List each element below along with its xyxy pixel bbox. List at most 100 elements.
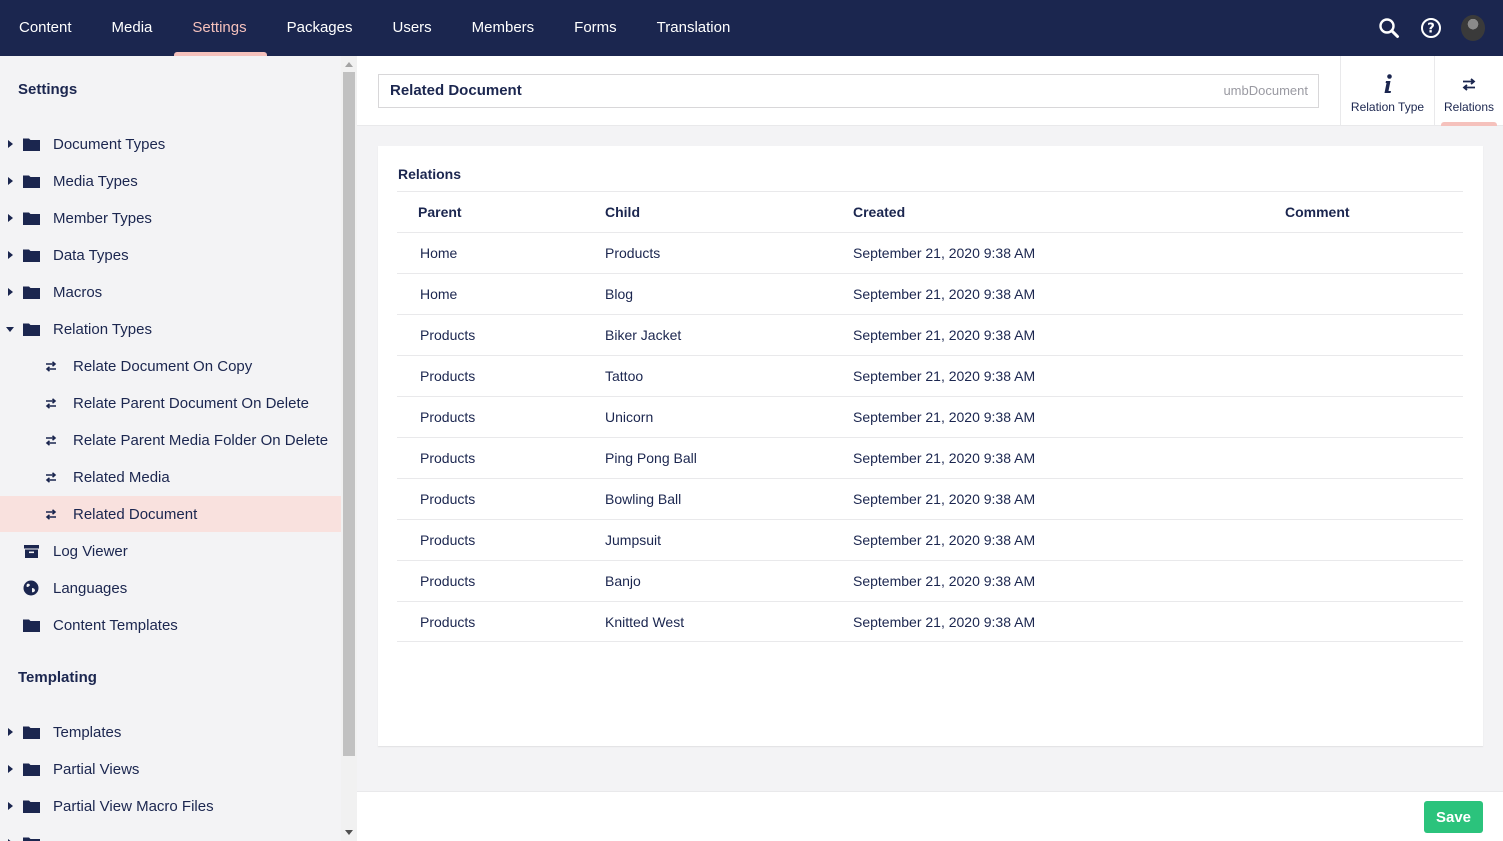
tree-item-label: Relate Parent Media Folder On Delete <box>73 431 329 449</box>
cell-child: Tattoo <box>605 368 644 384</box>
tree-item-media-types[interactable]: Media Types <box>0 163 341 199</box>
tree-item-relation-types[interactable]: Relation Types <box>0 311 341 347</box>
folder-icon <box>22 617 40 633</box>
tree-item-label: Relate Parent Document On Delete <box>73 394 309 412</box>
tab-relations[interactable]: Relations <box>1434 56 1503 126</box>
caret-right-icon[interactable] <box>6 213 14 223</box>
relation-type-editor: Related Document umbDocument Relation Ty… <box>357 56 1503 841</box>
swap-arrows-icon <box>42 395 60 411</box>
avatar <box>1461 15 1485 41</box>
cell-child: Blog <box>605 286 634 302</box>
name-input[interactable]: Related Document umbDocument <box>378 74 1319 108</box>
cell-parent: Products <box>420 573 476 589</box>
cell-child: Unicorn <box>605 409 654 425</box>
caret-right-icon[interactable] <box>6 727 14 737</box>
nav-content[interactable]: Content <box>0 0 92 56</box>
tree-item-partially-hidden[interactable] <box>0 825 341 841</box>
column-header-child: Child <box>605 204 640 220</box>
relations-table: Parent Child Created Comment Home Produc… <box>397 191 1463 642</box>
nav-media[interactable]: Media <box>92 0 173 56</box>
folder-icon <box>22 210 40 226</box>
scroll-up-arrow-icon[interactable] <box>345 62 353 67</box>
cell-child: Biker Jacket <box>605 327 682 343</box>
caret-right-icon[interactable] <box>6 250 14 260</box>
tree-item-languages[interactable]: Languages <box>0 570 341 606</box>
user-avatar[interactable] <box>1461 15 1485 41</box>
tree-item-partial-view-macro-files[interactable]: Partial View Macro Files <box>0 788 341 824</box>
cell-parent: Products <box>420 532 476 548</box>
caret-right-icon[interactable] <box>6 764 14 774</box>
table-row: Products Banjo September 21, 2020 9:38 A… <box>397 560 1463 601</box>
tree-item-macros[interactable]: Macros <box>0 274 341 310</box>
section-heading-settings: Settings <box>18 81 78 98</box>
tree-item-label: Content Templates <box>53 616 178 634</box>
table-row: Products Jumpsuit September 21, 2020 9:3… <box>397 519 1463 560</box>
caret-right-icon[interactable] <box>6 176 14 186</box>
tree-item-relate-parent-media-folder-on-delete[interactable]: Relate Parent Media Folder On Delete <box>0 422 341 458</box>
swap-arrows-icon <box>42 469 60 485</box>
swap-arrows-icon <box>42 358 60 374</box>
nav-settings[interactable]: Settings <box>172 0 267 56</box>
info-icon <box>1383 72 1393 96</box>
tab-relations-label: Relations <box>1443 100 1495 114</box>
caret-right-icon[interactable] <box>6 139 14 149</box>
swap-arrows-icon <box>42 432 60 448</box>
tree-item-related-media[interactable]: Related Media <box>0 459 341 495</box>
nav-packages[interactable]: Packages <box>267 0 373 56</box>
cell-created: September 21, 2020 9:38 AM <box>853 532 1036 548</box>
table-row: Products Ping Pong Ball September 21, 20… <box>397 437 1463 478</box>
sidebar-scrollbar[interactable] <box>341 56 357 841</box>
folder-icon <box>22 321 40 337</box>
tree-item-member-types[interactable]: Member Types <box>0 200 341 236</box>
tree-item-label: Languages <box>53 579 128 597</box>
tree-item-label: Media Types <box>53 172 138 190</box>
editor-tabs: Relation Type Relations <box>1340 56 1503 126</box>
table-header-row: Parent Child Created Comment <box>397 191 1463 232</box>
cell-parent: Products <box>420 327 476 343</box>
help-icon[interactable]: ? <box>1419 16 1443 40</box>
tree-item-related-document[interactable]: Related Document <box>0 496 341 532</box>
archive-icon <box>22 543 40 559</box>
section-heading-templating: Templating <box>18 669 97 686</box>
search-icon[interactable] <box>1377 16 1401 40</box>
caret-right-icon[interactable] <box>6 287 14 297</box>
nav-members[interactable]: Members <box>452 0 555 56</box>
cell-created: September 21, 2020 9:38 AM <box>853 491 1036 507</box>
tree-item-relate-document-on-copy[interactable]: Relate Document On Copy <box>0 348 341 384</box>
scroll-down-arrow-icon[interactable] <box>345 830 353 835</box>
cell-child: Jumpsuit <box>605 532 662 548</box>
cell-parent: Products <box>420 614 476 630</box>
tab-relation-type-label: Relation Type <box>1350 100 1425 114</box>
relations-title: Relations <box>398 166 462 182</box>
tab-relation-type[interactable]: Relation Type <box>1340 56 1434 126</box>
tree-item-relate-parent-document-on-delete[interactable]: Relate Parent Document On Delete <box>0 385 341 421</box>
nav-forms[interactable]: Forms <box>554 0 637 56</box>
tree-item-label: Related Document <box>73 505 198 523</box>
tree-item-label: Partial View Macro Files <box>53 797 214 815</box>
folder-icon <box>22 284 40 300</box>
tree-item-content-templates[interactable]: Content Templates <box>0 607 341 643</box>
tree-item-log-viewer[interactable]: Log Viewer <box>0 533 341 569</box>
nav-translation[interactable]: Translation <box>637 0 751 56</box>
tree-item-templates[interactable]: Templates <box>0 714 341 750</box>
folder-icon <box>22 835 40 841</box>
folder-icon <box>22 761 40 777</box>
scrollbar-thumb[interactable] <box>343 72 355 756</box>
nav-users[interactable]: Users <box>372 0 451 56</box>
cell-parent: Products <box>420 491 476 507</box>
cell-parent: Products <box>420 409 476 425</box>
relations-panel: Relations Parent Child Created Comment H… <box>378 146 1483 746</box>
alias-label[interactable]: umbDocument <box>1223 75 1308 107</box>
tree-item-partial-views[interactable]: Partial Views <box>0 751 341 787</box>
globe-icon <box>22 580 40 596</box>
cell-parent: Home <box>420 245 458 261</box>
tree-item-data-types[interactable]: Data Types <box>0 237 341 273</box>
caret-down-icon[interactable] <box>6 324 14 334</box>
column-header-created: Created <box>853 204 906 220</box>
tree-item-document-types[interactable]: Document Types <box>0 126 341 162</box>
settings-tree: Settings Document Types Media Types Memb… <box>0 56 341 841</box>
save-button[interactable]: Save <box>1424 801 1483 833</box>
caret-right-icon[interactable] <box>6 801 14 811</box>
tree-item-label: Macros <box>53 283 103 301</box>
table-row: Products Tattoo September 21, 2020 9:38 … <box>397 355 1463 396</box>
